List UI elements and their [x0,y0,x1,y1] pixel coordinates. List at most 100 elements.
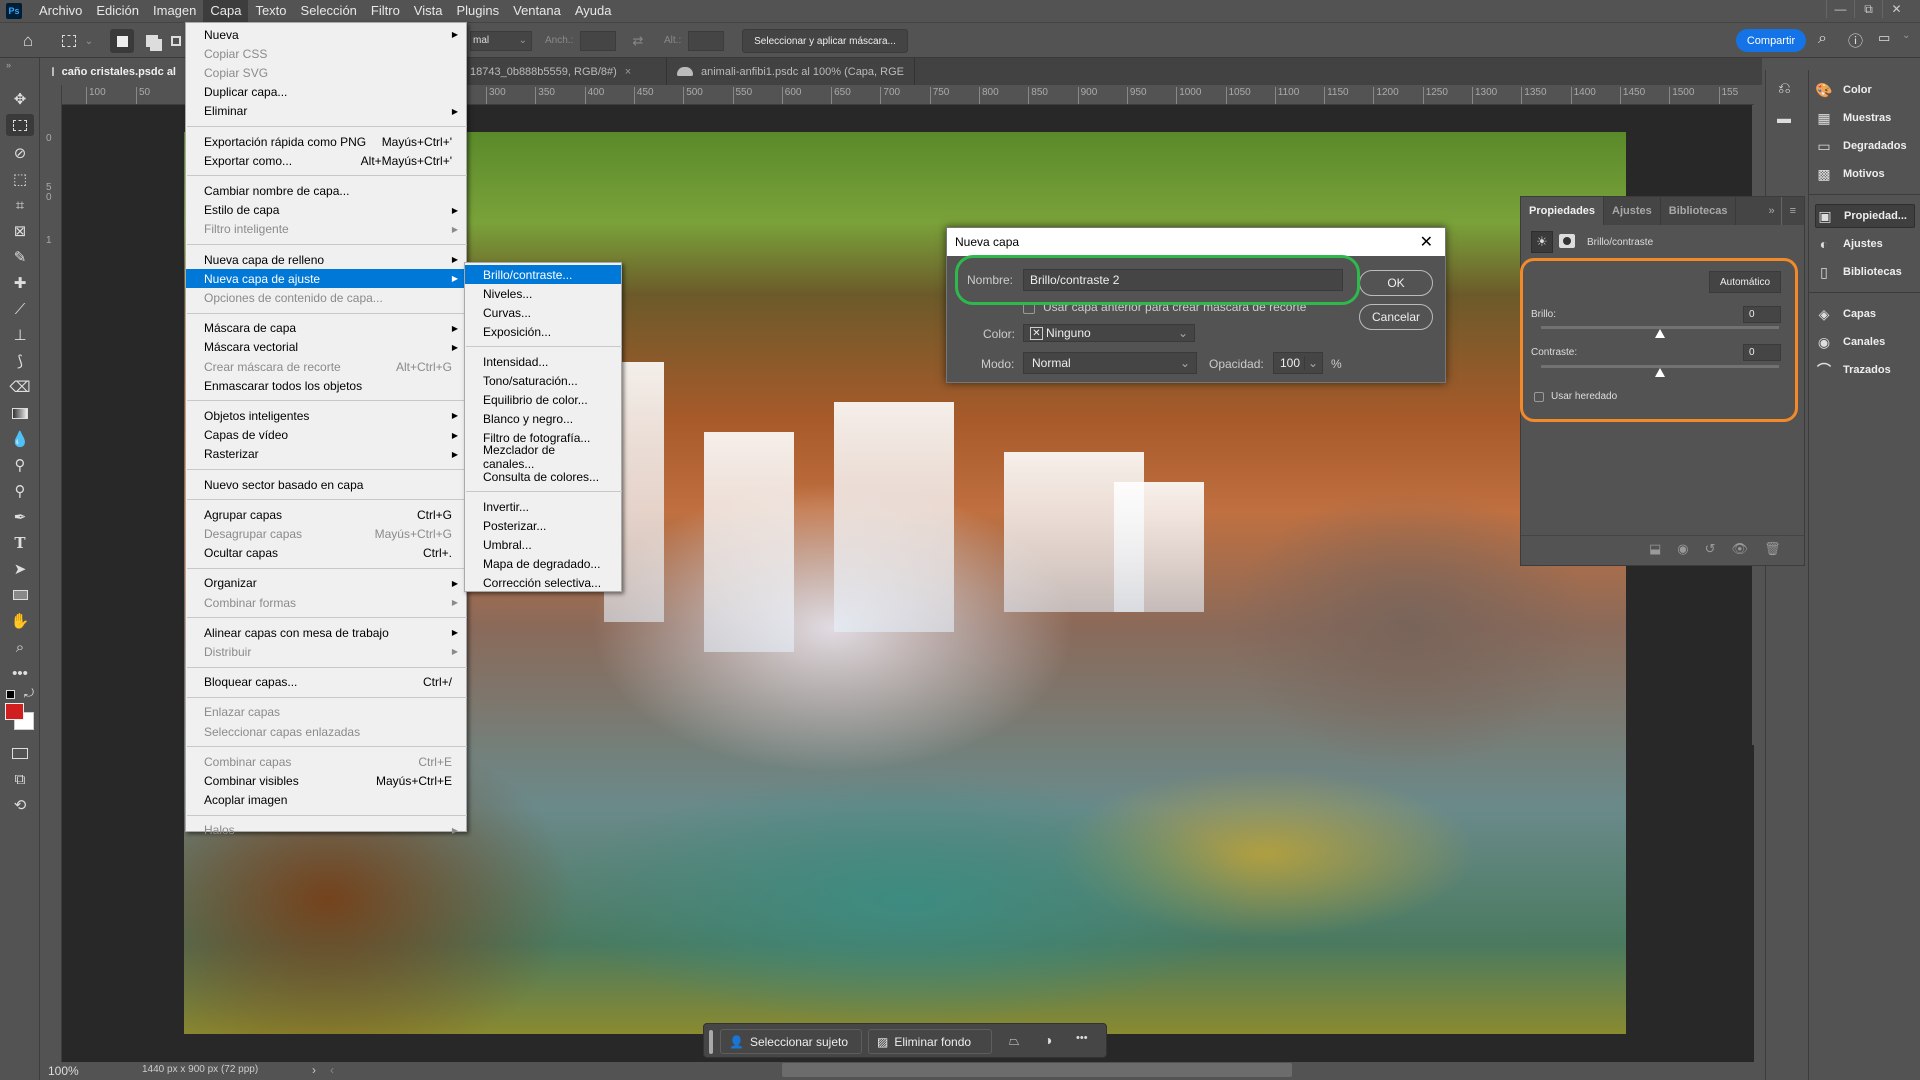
menu-item[interactable]: Cambiar nombre de capa... [186,181,466,200]
width-input[interactable] [580,31,616,51]
menu-item[interactable]: Halos ▶ [186,821,466,840]
menu-ventana[interactable]: Ventana [506,0,568,22]
view-previous-icon[interactable]: ◉ [1677,541,1688,557]
swap-colors-icon[interactable]: ⤾ [24,686,34,701]
menu-item[interactable]: Nueva capa de ajuste ▶ [186,269,466,289]
menu-item[interactable]: Organizar ▶ [186,574,466,593]
menu-item[interactable]: Intensidad... [465,352,621,371]
menu-item[interactable]: Copiar CSS [186,44,466,63]
menu-item[interactable]: Tono/saturación... [465,372,621,391]
menu-item[interactable]: Combinar formas ▶ [186,593,466,612]
menu-item[interactable]: Exposición... [465,322,621,341]
tab-ajustes[interactable]: Ajustes [1604,197,1661,225]
menu-item[interactable]: Alinear capas con mesa de trabajo ▶ [186,623,466,642]
blur-tool-icon[interactable]: 💧 [6,428,34,450]
generative-icon[interactable]: ⟲ [6,794,34,816]
chevron-down-icon[interactable]: ⌄ [82,29,96,53]
menu-item[interactable]: Acoplar imagen [186,791,466,810]
menu-item[interactable]: Duplicar capa... [186,83,466,102]
swap-icon[interactable]: ⇄ [626,29,650,53]
share-button[interactable]: Compartir [1736,29,1806,52]
menu-item[interactable]: Seleccionar capas enlazadas [186,722,466,741]
menu-texto[interactable]: Texto [248,0,293,22]
horizontal-scrollbar[interactable] [782,1063,1292,1077]
dock-item-ajustes[interactable]: ◐ Ajustes [1815,232,1915,256]
dock-item-color[interactable]: 🎨 Color [1815,78,1915,102]
eyedropper-tool-icon[interactable]: ✎ [6,246,34,268]
cancel-button[interactable]: Cancelar [1359,304,1433,330]
menu-edicion[interactable]: Edición [89,0,146,22]
default-colors-icon[interactable] [6,690,15,699]
add-selection-icon[interactable] [140,29,164,53]
move-tool-icon[interactable]: ✥ [6,88,34,110]
menu-item[interactable]: Equilibrio de color... [465,391,621,410]
dialog-close-icon[interactable]: ✕ [1420,232,1433,252]
menu-item[interactable]: Consulta de colores... [465,467,621,486]
workspace-chevron-icon[interactable]: ⌄ [1902,30,1910,41]
mode-select[interactable]: Normal ⌄ [1023,352,1197,374]
eraser-tool-icon[interactable]: ⌫ [6,376,34,398]
menu-imagen[interactable]: Imagen [146,0,203,22]
menu-item[interactable]: Desagrupar capas Mayús+Ctrl+G [186,524,466,543]
history-icon[interactable]: ⎌ [1778,80,1791,98]
zoom-tool-icon[interactable]: ⌕ [6,636,34,658]
dodge-tool-icon[interactable]: ⚲ [6,454,34,476]
workspace-icon[interactable]: ▭ [1878,30,1890,46]
menu-item[interactable]: Invertir... [465,497,621,516]
menu-item[interactable]: Agrupar capas Ctrl+G [186,505,466,524]
menu-item[interactable]: Distribuir ▶ [186,642,466,661]
dock-item-bibliotecas[interactable]: ▯ Bibliotecas [1815,260,1915,284]
ok-button[interactable]: OK [1359,270,1433,296]
pen-tool-icon[interactable]: ✒ [6,506,34,528]
adjust-icon[interactable]: ◑ [1044,1032,1052,1048]
menu-seleccion[interactable]: Selección [294,0,364,22]
menu-item[interactable]: Brillo/contraste... [465,265,621,284]
menu-item[interactable]: Nueva ▶ [186,25,466,44]
restore-button[interactable]: ⧉ [1854,0,1882,18]
menu-item[interactable]: Filtro inteligente ▶ [186,220,466,239]
menu-item[interactable]: Rasterizar ▶ [186,445,466,464]
menu-item[interactable]: Nueva capa de relleno ▶ [186,250,466,269]
menu-item[interactable]: Blanco y negro... [465,410,621,429]
sponge-tool-icon[interactable]: ⚲ [6,480,34,502]
brightness-contrast-icon[interactable]: ☀ [1531,231,1553,253]
expand-panel-icon[interactable]: » [1762,197,1780,225]
remove-background-button[interactable]: ▨ Eliminar fondo [868,1029,992,1054]
menu-item[interactable]: Bloquear capas... Ctrl+/ [186,673,466,692]
home-icon[interactable]: ⌂ [14,29,42,53]
menu-item[interactable]: Mapa de degradado... [465,554,621,573]
select-subject-button[interactable]: 👤 Seleccionar sujeto [720,1029,862,1054]
zoom-level[interactable]: 100% [48,1064,79,1078]
dock-item-trazados[interactable]: ⌒ Trazados [1815,358,1915,382]
panel-menu-icon[interactable]: ≡ [1780,197,1804,225]
menu-item[interactable]: Exportar como... Alt+Mayús+Ctrl+' [186,151,466,170]
status-expand-icon[interactable]: › [312,1063,316,1077]
marquee-tool-icon[interactable] [6,114,34,136]
path-selection-tool-icon[interactable]: ➤ [6,558,34,580]
mask-icon[interactable] [1559,234,1575,248]
dock-item-propiedad[interactable]: ▣ Propiedad... [1815,204,1915,228]
dock-item-canales[interactable]: ◉ Canales [1815,330,1915,354]
more-tools-icon[interactable]: ••• [6,662,34,684]
menu-capa[interactable]: Capa [203,0,249,22]
menu-item[interactable]: Crear máscara de recorte Alt+Ctrl+G [186,357,466,376]
gradient-tool-icon[interactable] [6,402,34,424]
foreground-color-swatch[interactable] [5,703,24,720]
doc-tab[interactable]: animali-anfibi1.psdc al 100% (Capa, RGE [667,58,915,85]
drag-handle[interactable] [709,1030,713,1054]
color-select[interactable]: ✕ Ninguno ⌄ [1023,324,1195,342]
menu-archivo[interactable]: Archivo [32,0,89,22]
collapse-icon[interactable]: » [6,60,11,70]
select-and-mask-button[interactable]: Seleccionar y aplicar máscara... [742,29,908,53]
menu-item[interactable]: Ocultar capas Ctrl+. [186,544,466,563]
crop-tool-icon[interactable]: ⌗ [6,194,34,216]
menu-item[interactable]: Opciones de contenido de capa... [186,288,466,307]
visibility-icon[interactable]: 👁 [1732,541,1749,557]
search-icon[interactable]: ⌕ [1818,30,1827,48]
minimize-button[interactable]: — [1826,0,1854,18]
help-icon[interactable]: ⓘ [1848,30,1863,51]
dock-item-degradados[interactable]: ▭ Degradados [1815,134,1915,158]
menu-item[interactable]: Enmascarar todos los objetos [186,376,466,395]
frame-tool-icon[interactable]: ⊠ [6,220,34,242]
quick-mask-icon[interactable] [6,742,34,764]
